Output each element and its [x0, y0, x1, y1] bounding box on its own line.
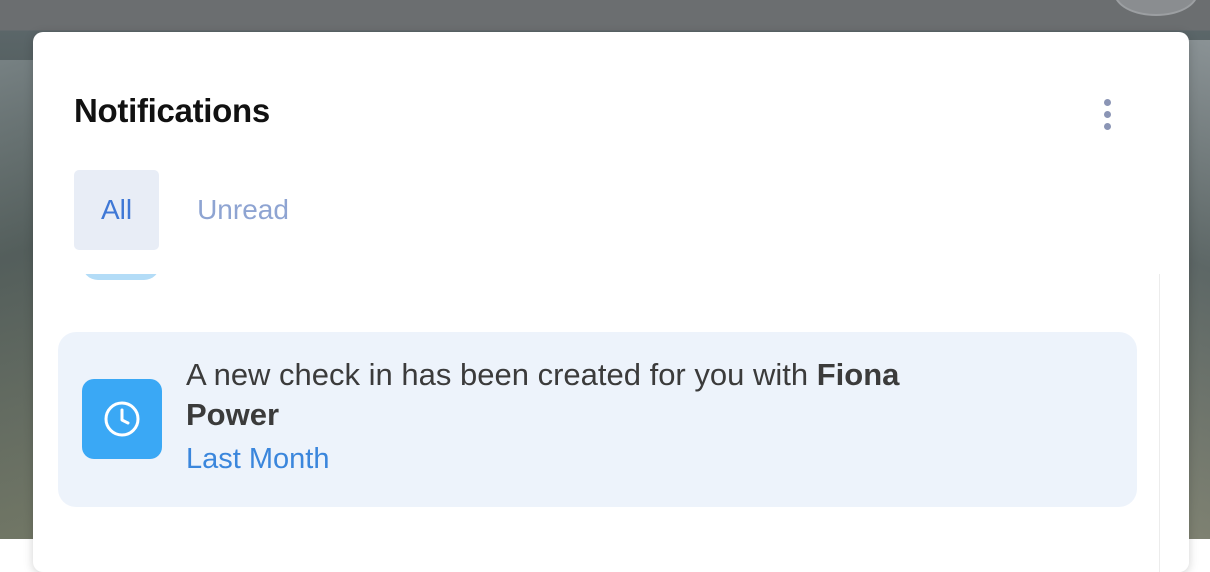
notification-message: A new check in has been created for you … [186, 355, 986, 435]
notifications-panel: Notifications All Unread A new check in … [33, 32, 1189, 572]
notification-list[interactable]: A new check in has been created for you … [33, 274, 1159, 572]
previous-notification-icon-partial [82, 274, 160, 280]
notification-item[interactable]: A new check in has been created for you … [58, 332, 1137, 507]
panel-title: Notifications [74, 92, 270, 129]
list-scrollbar[interactable] [1159, 274, 1189, 572]
notification-message-text: A new check in has been created for you … [186, 357, 817, 392]
notification-tabs: All Unread [74, 170, 327, 250]
tab-all[interactable]: All [74, 170, 159, 250]
more-vertical-icon-dot [1103, 110, 1111, 118]
tab-unread[interactable]: Unread [159, 170, 327, 250]
user-avatar[interactable] [1114, 0, 1198, 16]
more-vertical-icon [1103, 98, 1111, 106]
more-vertical-icon-dot [1103, 122, 1111, 130]
notification-time: Last Month [186, 443, 330, 475]
clock-icon [82, 379, 162, 459]
more-options-button[interactable] [1089, 92, 1125, 136]
